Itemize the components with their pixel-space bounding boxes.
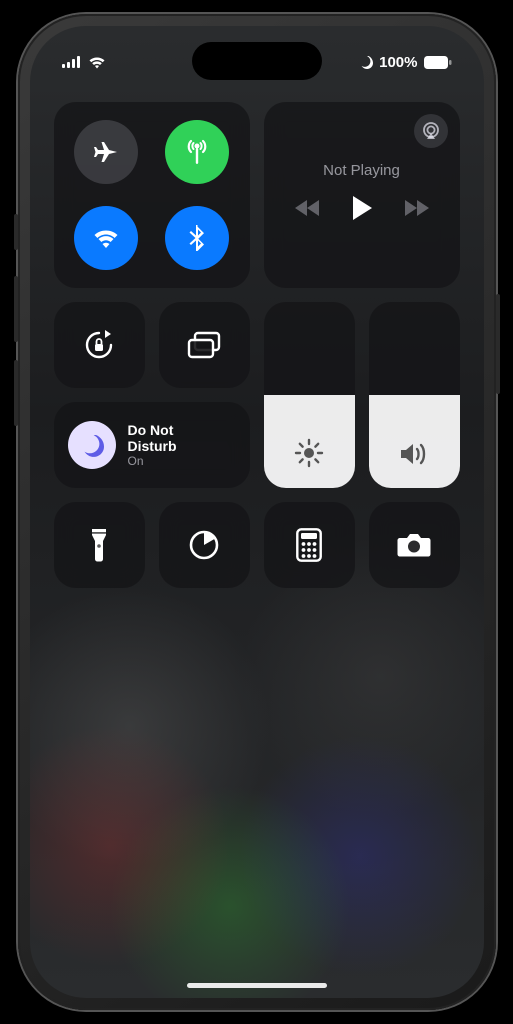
calculator-icon <box>296 528 322 562</box>
home-indicator[interactable] <box>187 983 327 988</box>
focus-text: Do Not Disturb On <box>128 422 177 468</box>
focus-moon-badge <box>68 421 116 469</box>
camera-button[interactable] <box>369 502 460 588</box>
airplay-icon <box>421 121 441 141</box>
airplane-icon <box>91 137 121 167</box>
orientation-lock-icon <box>81 327 117 363</box>
calculator-button[interactable] <box>264 502 355 588</box>
media-controls <box>278 195 446 221</box>
cellular-data-toggle[interactable] <box>165 120 229 184</box>
wifi-toggle[interactable] <box>74 206 138 270</box>
moon-icon <box>80 433 104 457</box>
control-center: Not Playing <box>54 102 460 588</box>
timer-button[interactable] <box>159 502 250 588</box>
previous-track-button[interactable] <box>295 199 321 217</box>
focus-toggle[interactable]: Do Not Disturb On <box>54 402 250 488</box>
volume-slider[interactable] <box>369 302 460 488</box>
dynamic-island <box>192 42 322 80</box>
flashlight-button[interactable] <box>54 502 145 588</box>
screen-mirroring-icon <box>186 330 222 360</box>
cellular-signal-icon <box>62 56 82 68</box>
battery-percent: 100% <box>379 54 417 71</box>
side-button-physical <box>496 294 500 394</box>
moon-focus-icon <box>359 55 373 69</box>
wifi-icon <box>88 56 106 69</box>
mute-switch <box>14 214 18 250</box>
airplay-button[interactable] <box>414 114 448 148</box>
volume-up-physical <box>14 276 18 342</box>
timer-icon <box>187 528 221 562</box>
focus-label: Do Not Disturb <box>128 422 177 454</box>
media-panel[interactable]: Not Playing <box>264 102 460 288</box>
play-button[interactable] <box>351 195 373 221</box>
battery-icon <box>424 56 452 69</box>
bluetooth-icon <box>188 223 206 253</box>
status-left <box>62 56 106 69</box>
connectivity-panel[interactable] <box>54 102 250 288</box>
screen: 100% <box>30 26 484 998</box>
cellular-antenna-icon <box>182 137 212 167</box>
bluetooth-toggle[interactable] <box>165 206 229 270</box>
screen-mirroring-button[interactable] <box>159 302 250 388</box>
brightness-slider[interactable] <box>264 302 355 488</box>
camera-icon <box>396 531 432 559</box>
media-title: Not Playing <box>278 162 446 179</box>
wifi-icon <box>91 226 121 250</box>
next-track-button[interactable] <box>403 199 429 217</box>
status-right: 100% <box>359 54 451 71</box>
volume-down-physical <box>14 360 18 426</box>
orientation-lock-toggle[interactable] <box>54 302 145 388</box>
flashlight-icon <box>89 527 109 563</box>
speaker-icon <box>398 440 430 468</box>
iphone-device-frame: 100% <box>18 14 496 1010</box>
focus-status: On <box>128 454 177 468</box>
sun-icon <box>294 438 324 468</box>
airplane-mode-toggle[interactable] <box>74 120 138 184</box>
